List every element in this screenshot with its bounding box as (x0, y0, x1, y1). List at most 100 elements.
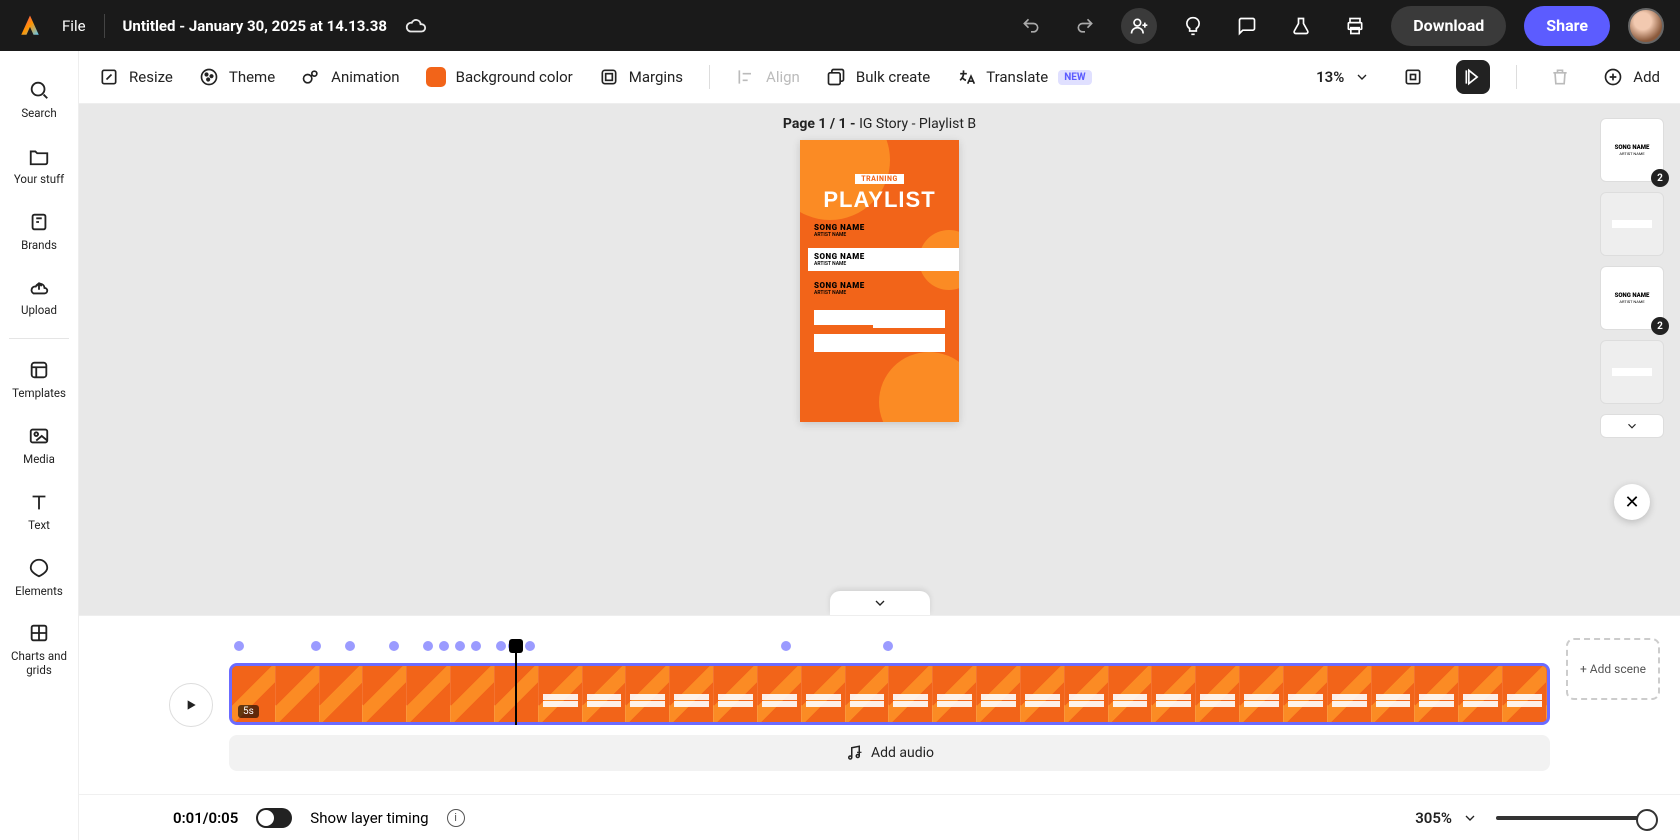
keyframe-marker[interactable] (471, 641, 481, 651)
print-icon[interactable] (1337, 8, 1373, 44)
divider (709, 65, 710, 89)
rail-text[interactable]: Text (0, 481, 78, 543)
time-display: 0:01/0:05 (173, 809, 238, 827)
beaker-icon[interactable] (1283, 8, 1319, 44)
redo-button[interactable] (1067, 8, 1103, 44)
clip-frame (583, 666, 627, 722)
margins-tool[interactable]: Margins (599, 67, 683, 87)
collapse-timeline-button[interactable] (830, 591, 930, 615)
app-logo[interactable] (16, 12, 44, 40)
left-rail: Search Your stuff Brands Upload Template… (0, 51, 79, 840)
keyframe-marker[interactable] (439, 641, 449, 651)
song-row: SONG NAMEARTIST NAME (808, 248, 959, 271)
clip-frame (539, 666, 583, 722)
rail-media[interactable]: Media (0, 415, 78, 477)
scene-thumb[interactable]: SONG NAMEARTIST NAME2 (1600, 118, 1664, 182)
rail-elements[interactable]: Elements (0, 547, 78, 609)
delete-button[interactable] (1543, 60, 1577, 94)
video-clip-track[interactable]: 5s (229, 663, 1550, 725)
keyframe-marker[interactable] (781, 641, 791, 651)
timeline-zoom-display[interactable]: 305% (1415, 809, 1478, 827)
bulk-create-tool[interactable]: Bulk create (826, 67, 930, 87)
clip-frame (846, 666, 890, 722)
view-mode-button[interactable] (1456, 60, 1490, 94)
add-scene-button[interactable]: + Add scene (1566, 638, 1660, 700)
file-menu[interactable]: File (62, 17, 86, 35)
user-avatar[interactable] (1628, 8, 1664, 44)
rail-charts[interactable]: Charts and grids (0, 612, 78, 688)
keyframe-marker[interactable] (345, 641, 355, 651)
clip-frame (1503, 666, 1547, 722)
clip-frame (1021, 666, 1065, 722)
rail-label: Brands (21, 239, 57, 253)
artboard-title: PLAYLIST (814, 187, 945, 213)
keyframe-marker[interactable] (496, 641, 506, 651)
layer-timing-toggle[interactable] (256, 808, 292, 828)
zoom-display[interactable]: 13% (1316, 68, 1370, 86)
keyframe-marker[interactable] (311, 641, 321, 651)
scene-thumb[interactable] (1600, 340, 1664, 404)
keyframe-marker[interactable] (455, 641, 465, 651)
clip-frame (320, 666, 364, 722)
progress-bar (814, 310, 945, 328)
page-label: Page 1 / 1 - IG Story - Playlist B (783, 116, 976, 132)
fit-view-button[interactable] (1396, 60, 1430, 94)
rail-search[interactable]: Search (0, 69, 78, 131)
rail-label: Elements (15, 585, 63, 599)
rail-templates[interactable]: Templates (0, 349, 78, 411)
share-button[interactable]: Share (1524, 6, 1610, 46)
keyframe-marker[interactable] (423, 641, 433, 651)
undo-button[interactable] (1013, 8, 1049, 44)
clip-frame (977, 666, 1021, 722)
tips-icon[interactable] (1175, 8, 1211, 44)
color-swatch-icon (426, 67, 446, 87)
clip-frame (889, 666, 933, 722)
keyframe-marker[interactable] (234, 641, 244, 651)
play-button[interactable] (169, 683, 213, 727)
scene-thumb[interactable] (1600, 192, 1664, 256)
theme-tool[interactable]: Theme (199, 67, 275, 87)
clip-frame (670, 666, 714, 722)
invite-button[interactable] (1121, 8, 1157, 44)
clip-frame (1415, 666, 1459, 722)
rail-brands[interactable]: Brands (0, 201, 78, 263)
artboard[interactable]: TRAINING PLAYLIST SONG NAMEARTIST NAME S… (800, 140, 959, 422)
add-audio-track[interactable]: Add audio (229, 735, 1550, 771)
keyframe-marker[interactable] (389, 641, 399, 651)
playhead[interactable] (515, 649, 517, 725)
add-button[interactable]: Add (1603, 67, 1660, 87)
song-row: SONG NAMEARTIST NAME (814, 223, 945, 238)
canvas-area[interactable]: Page 1 / 1 - IG Story - Playlist B TRAIN… (79, 104, 1680, 615)
download-button[interactable]: Download (1391, 6, 1506, 46)
rail-label: Templates (12, 387, 66, 401)
clip-duration-badge: 5s (238, 705, 259, 718)
clip-frame (626, 666, 670, 722)
keyframe-marker[interactable] (525, 641, 535, 651)
cloud-sync-icon[interactable] (405, 15, 427, 37)
animation-tool[interactable]: Animation (301, 67, 399, 87)
divider (1516, 65, 1517, 89)
artboard-tag: TRAINING (855, 174, 903, 184)
scene-thumb[interactable]: SONG NAMEARTIST NAME2 (1600, 266, 1664, 330)
clip-frame (933, 666, 977, 722)
layer-timing-label: Show layer timing (310, 809, 428, 827)
clip-frame (1372, 666, 1416, 722)
keyframe-marker[interactable] (883, 641, 893, 651)
resize-tool[interactable]: Resize (99, 67, 173, 87)
expand-scenes-button[interactable] (1600, 414, 1664, 438)
divider (104, 14, 105, 38)
close-panel-button[interactable]: ✕ (1614, 484, 1650, 520)
timeline-zoom-slider[interactable] (1496, 816, 1656, 820)
bg-color-tool[interactable]: Background color (426, 67, 573, 87)
translate-tool[interactable]: TranslateNEW (956, 67, 1091, 87)
info-icon[interactable]: i (447, 809, 465, 827)
keyframe-markers[interactable] (229, 639, 1550, 653)
rail-upload[interactable]: Upload (0, 266, 78, 328)
clip-frame (451, 666, 495, 722)
timeline-footer: 0:01/0:05 Show layer timing i 305% (79, 794, 1680, 840)
document-title[interactable]: Untitled - January 30, 2025 at 14.13.38 (123, 17, 387, 35)
clip-frame (407, 666, 451, 722)
clip-frame (714, 666, 758, 722)
rail-your-stuff[interactable]: Your stuff (0, 135, 78, 197)
comments-icon[interactable] (1229, 8, 1265, 44)
